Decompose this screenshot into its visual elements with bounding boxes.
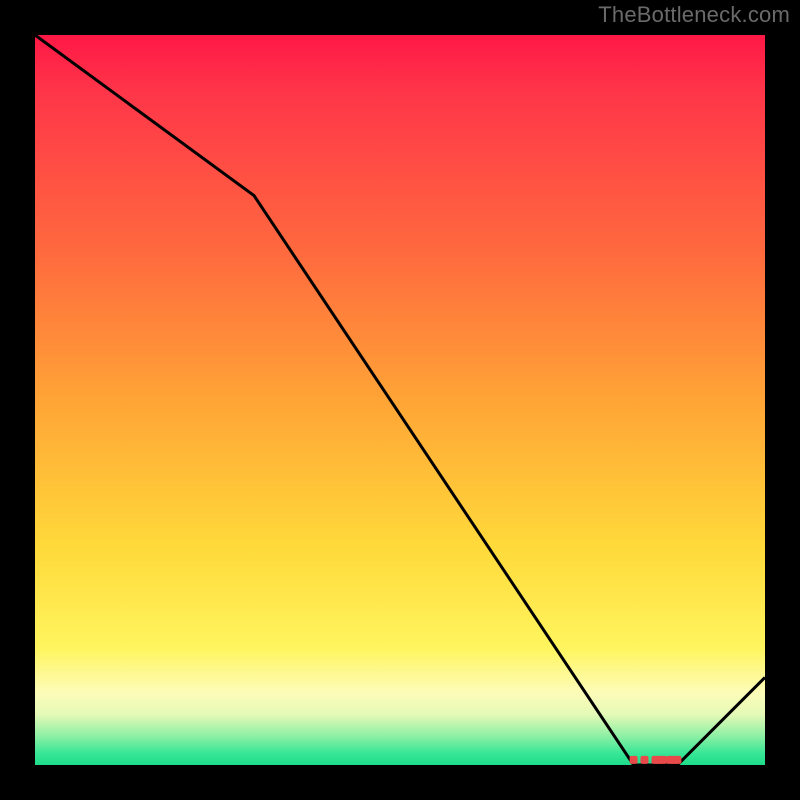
optimal-marker — [673, 756, 681, 764]
chart-container: TheBottleneck.com — [0, 0, 800, 800]
attribution-text: TheBottleneck.com — [598, 2, 790, 28]
optimal-marker — [641, 756, 649, 764]
chart-svg — [35, 35, 765, 765]
plot-area — [35, 35, 765, 765]
marker-layer — [630, 756, 682, 764]
line-series-layer — [35, 35, 765, 765]
bottleneck-curve-path — [35, 35, 765, 765]
optimal-marker — [659, 756, 667, 764]
optimal-marker — [630, 756, 638, 764]
